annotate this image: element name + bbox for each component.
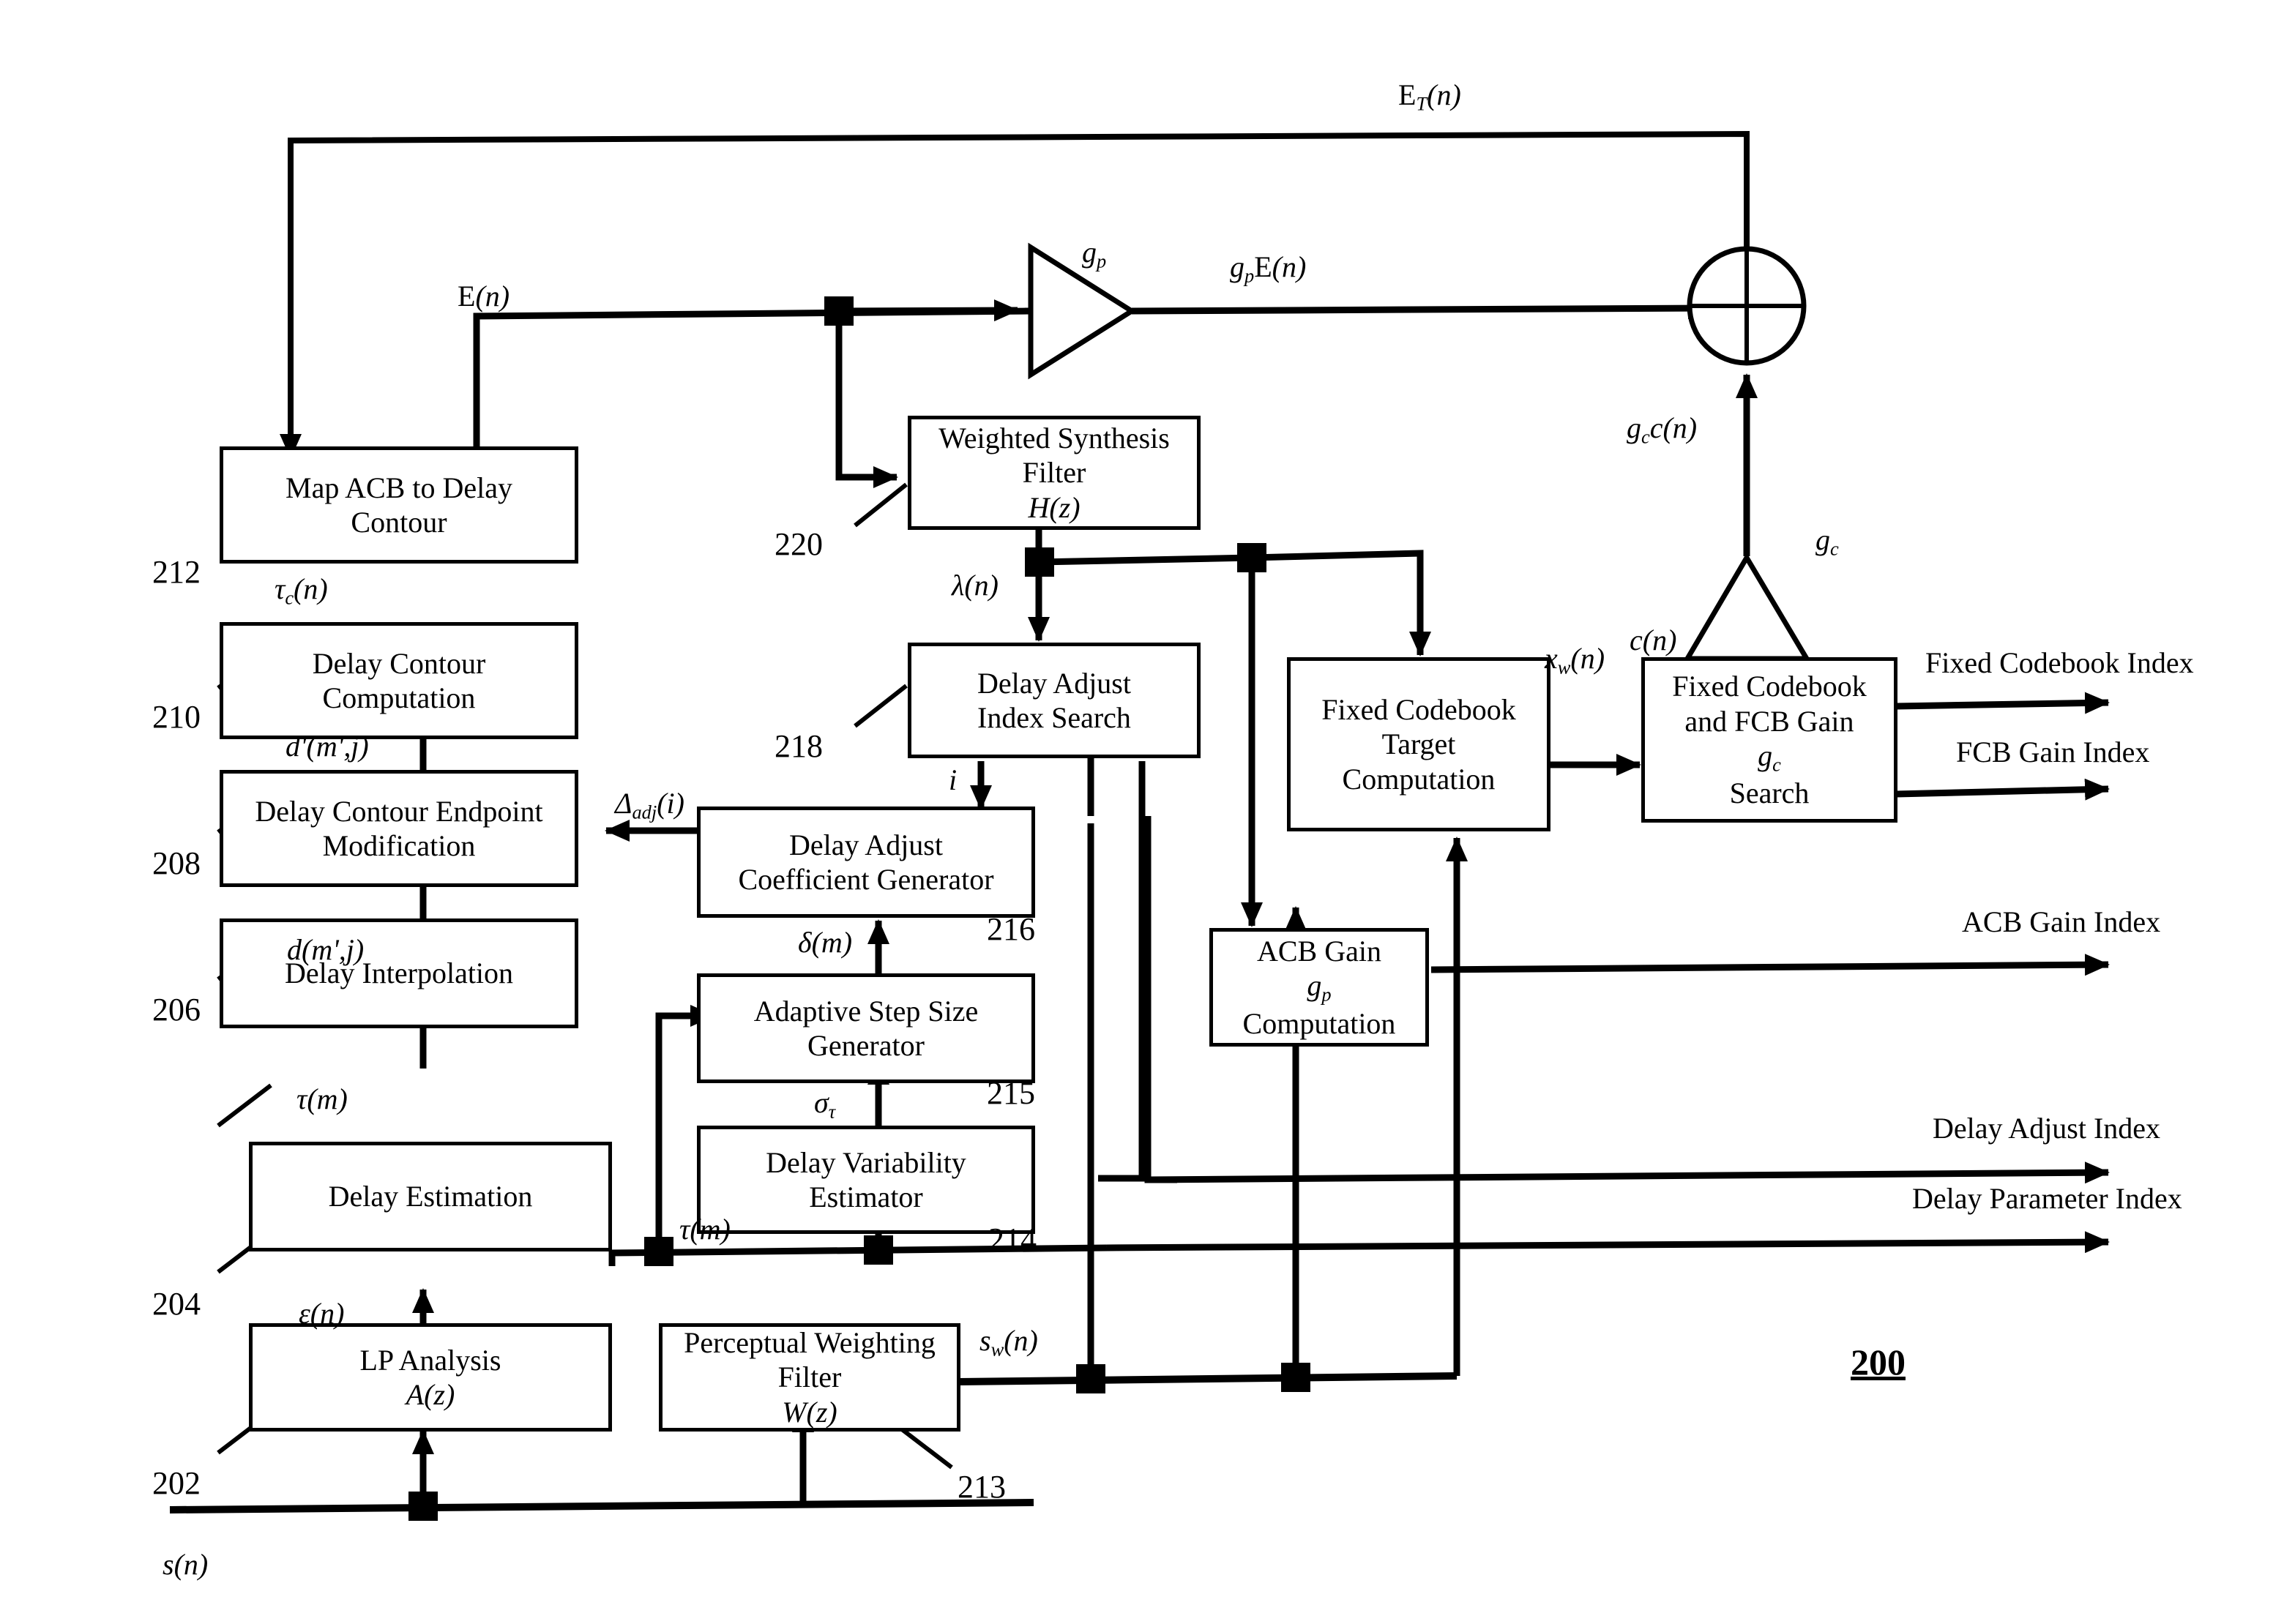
block-fcbs-line3: Search <box>1729 777 1810 810</box>
block-delay-contour-endpoint-modification[interactable]: Delay Contour Endpoint Modification <box>220 770 578 887</box>
block-214-line1: Delay Variability <box>766 1145 966 1179</box>
block-fcbs-line1: Fixed Codebook <box>1672 670 1867 703</box>
ref-number-213: 213 <box>958 1469 1006 1505</box>
block-delay-estimation[interactable]: Delay Estimation <box>249 1142 612 1251</box>
patent-figure-page: Map ACB to Delay Contour 212 Delay Conto… <box>0 0 2284 1624</box>
block-adaptive-step-size-generator[interactable]: Adaptive Step Size Generator <box>697 973 1035 1083</box>
block-213-line2a: Filter <box>777 1361 842 1394</box>
block-216-line2: Coefficient Generator <box>738 863 994 896</box>
ref-number-218: 218 <box>775 728 823 764</box>
block-fcbt-line3: Computation <box>1342 762 1496 796</box>
block-acbg-gain-subscript: p <box>1321 983 1332 1006</box>
signal-label-e-n: E(n) <box>458 280 510 313</box>
block-delay-adjust-coefficient-generator[interactable]: Delay Adjust Coefficient Generator <box>697 807 1035 918</box>
block-delay-variability-estimator[interactable]: Delay Variability Estimator <box>697 1126 1035 1234</box>
ref-number-220: 220 <box>775 526 823 562</box>
block-202-line1: LP Analysis <box>359 1343 501 1377</box>
block-204-line1: Delay Estimation <box>328 1180 533 1213</box>
block-208-line1: Delay Contour Endpoint <box>255 794 543 828</box>
block-212-line1: Map ACB to Delay <box>286 471 512 504</box>
signal-label-gp-en: gpE(n) <box>1230 250 1307 287</box>
signal-label-lambda-n: λ(n) <box>952 569 999 602</box>
block-210-line1: Delay Contour <box>312 646 486 680</box>
block-202-transfer: A(z) <box>406 1378 455 1411</box>
block-220-line2: Filter H(z) <box>933 455 1176 524</box>
signal-label-s-n: s(n) <box>163 1548 209 1581</box>
signal-label-delta-m: δ(m) <box>798 926 853 959</box>
block-213-line1: Perceptual Weighting <box>684 1326 936 1360</box>
block-208-line2: Modification <box>322 829 476 862</box>
block-fcbs-line2: and FCB Gain gc <box>1666 704 1873 777</box>
ref-number-215: 215 <box>987 1075 1035 1111</box>
block-220-line1: Weighted Synthesis <box>938 422 1170 455</box>
block-map-acb-to-delay-contour[interactable]: Map ACB to Delay Contour <box>220 446 578 564</box>
block-218-line2: Index Search <box>977 701 1131 734</box>
signal-label-gp: gp <box>1082 236 1107 272</box>
block-perceptual-weighting-filter[interactable]: Perceptual Weighting Filter W(z) <box>659 1323 960 1432</box>
signal-label-tau-c-n: τc(n) <box>275 572 328 609</box>
block-acbg-gain-symbol: g <box>1307 969 1322 1003</box>
block-acb-gain-computation[interactable]: ACB Gain gp Computation <box>1209 928 1429 1047</box>
signal-label-gc-cn: gcc(n) <box>1627 411 1698 448</box>
block-lp-analysis[interactable]: LP Analysis A(z) <box>249 1323 612 1432</box>
block-fcbs-line2a: and FCB Gain <box>1684 704 1854 738</box>
block-214-line2: Estimator <box>809 1180 923 1213</box>
signal-label-i: i <box>949 763 958 796</box>
output-label-fixed-codebook-index: Fixed Codebook Index <box>1925 646 2194 679</box>
block-220-transfer: H(z) <box>1028 490 1081 524</box>
block-delay-interpolation[interactable]: Delay Interpolation <box>220 918 578 1028</box>
block-220-line2a: Filter <box>1022 456 1086 490</box>
ref-number-212: 212 <box>152 554 201 590</box>
signal-label-tau-m-bus: τ(m) <box>679 1213 731 1246</box>
block-210-line2: Computation <box>322 681 476 714</box>
block-delay-contour-computation[interactable]: Delay Contour Computation <box>220 622 578 739</box>
block-202-label: LP Analysis A(z) <box>348 1343 513 1412</box>
block-weighted-synthesis-filter[interactable]: Weighted Synthesis Filter H(z) <box>908 416 1201 530</box>
block-213-transfer: W(z) <box>782 1395 837 1429</box>
block-fcbs-gain-symbol: g <box>1758 738 1773 772</box>
signal-label-sw-n: sw(n) <box>979 1324 1038 1361</box>
block-218-line1: Delay Adjust <box>977 666 1131 700</box>
output-label-delay-parameter-index: Delay Parameter Index <box>1912 1182 2182 1215</box>
block-fcbt-line1: Fixed Codebook <box>1321 693 1516 727</box>
output-label-fcb-gain-index: FCB Gain Index <box>1956 736 2150 768</box>
ref-number-208: 208 <box>152 845 201 881</box>
block-fixed-codebook-and-fcb-gain-search[interactable]: Fixed Codebook and FCB Gain gc Search <box>1641 657 1897 823</box>
block-212-line2: Contour <box>351 506 447 539</box>
signal-label-xw-n: xw(n) <box>1545 642 1605 678</box>
block-215-line1: Adaptive Step Size <box>753 994 979 1028</box>
ref-number-216: 216 <box>987 911 1035 947</box>
block-215-line2: Generator <box>807 1029 925 1062</box>
signal-label-et-n: ET(n) <box>1398 78 1461 115</box>
ref-number-202: 202 <box>152 1465 201 1501</box>
block-fcbs-gain-subscript: c <box>1772 753 1781 776</box>
signal-label-sigma-tau: στ <box>814 1086 836 1123</box>
block-fixed-codebook-target-computation[interactable]: Fixed Codebook Target Computation <box>1287 657 1550 831</box>
ref-number-214: 214 <box>988 1221 1037 1257</box>
block-acbg-line1a: ACB Gain <box>1256 935 1381 968</box>
ref-number-210: 210 <box>152 699 201 735</box>
ref-number-206: 206 <box>152 992 201 1028</box>
signal-label-d-mj: d(m',j) <box>287 933 365 966</box>
figure-number: 200 <box>1851 1342 1906 1382</box>
block-213-line2: Filter W(z) <box>678 1360 941 1429</box>
signal-label-gc: gc <box>1815 523 1839 560</box>
block-216-line1: Delay Adjust <box>789 828 943 861</box>
block-delay-adjust-index-search[interactable]: Delay Adjust Index Search <box>908 643 1201 758</box>
signal-label-delta-adj-i: Δadj(i) <box>615 787 684 823</box>
block-fcbt-line2: Target <box>1381 727 1456 761</box>
signal-label-c-n: c(n) <box>1630 624 1677 656</box>
signal-label-d-prime-mj: d'(m',j) <box>286 730 369 763</box>
block-acbg-line1: ACB Gain gp <box>1237 934 1402 1006</box>
signal-label-tau-m: τ(m) <box>296 1082 348 1115</box>
output-label-delay-adjust-index: Delay Adjust Index <box>1933 1112 2161 1145</box>
ref-number-204: 204 <box>152 1286 201 1322</box>
output-label-acb-gain-index: ACB Gain Index <box>1962 905 2161 938</box>
block-acbg-line2: Computation <box>1242 1006 1396 1040</box>
signal-label-epsilon-n: ε(n) <box>299 1297 345 1330</box>
